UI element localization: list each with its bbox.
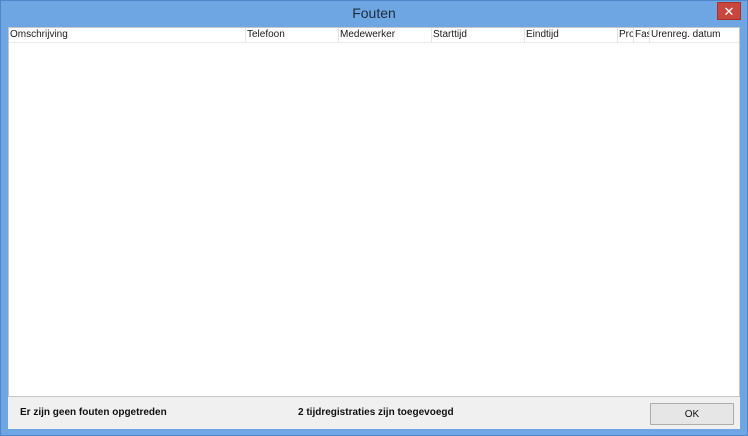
column-header-pro[interactable]: Pro [618, 28, 634, 42]
window-title: Fouten [352, 5, 396, 21]
column-header-urenreg-datum[interactable]: Urenreg. datum [650, 28, 739, 42]
column-header-starttijd[interactable]: Starttijd [432, 28, 525, 42]
column-header-eindtijd[interactable]: Eindtijd [525, 28, 618, 42]
added-status-text: 2 tijdregistraties zijn toegevoegd [298, 407, 454, 418]
column-header-telefoon[interactable]: Telefoon [246, 28, 339, 42]
list-header: Omschrijving Telefoon Medewerker Startti… [9, 28, 739, 43]
column-header-fas[interactable]: Fas [634, 28, 650, 42]
list-body[interactable] [9, 43, 739, 396]
column-header-medewerker[interactable]: Medewerker [339, 28, 432, 42]
errors-list-view[interactable]: Omschrijving Telefoon Medewerker Startti… [8, 27, 740, 397]
error-dialog-window: Fouten ✕ Omschrijving Telefoon Medewerke… [0, 0, 748, 436]
close-button[interactable]: ✕ [717, 2, 741, 20]
column-header-omschrijving[interactable]: Omschrijving [9, 28, 246, 42]
title-bar[interactable]: Fouten ✕ [1, 1, 747, 27]
dialog-client-area: Omschrijving Telefoon Medewerker Startti… [8, 27, 740, 429]
errors-status-text: Er zijn geen fouten opgetreden [20, 407, 167, 418]
ok-button[interactable]: OK [650, 403, 734, 425]
close-icon: ✕ [723, 3, 735, 19]
